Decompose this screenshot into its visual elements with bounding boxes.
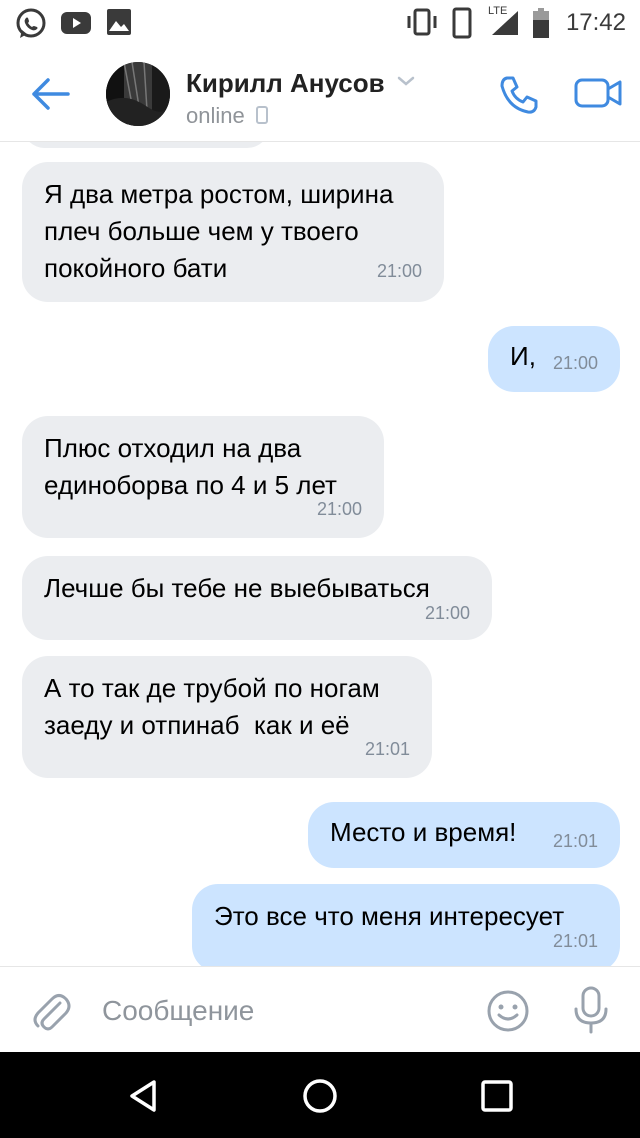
nav-recents-icon[interactable] bbox=[480, 1079, 514, 1113]
vibrate-icon bbox=[407, 8, 437, 36]
message-text: Место и время! bbox=[330, 817, 517, 847]
message-text: Я два метра ростом, ширина плеч больше ч… bbox=[44, 179, 394, 283]
avatar[interactable] bbox=[106, 62, 170, 126]
message-bubble-outgoing[interactable]: Это все что меня интересует 21:01 bbox=[192, 884, 620, 966]
message-time: 21:01 bbox=[552, 931, 598, 951]
avatar-photo bbox=[106, 62, 170, 126]
message-text: А то так де трубой по ногам заеду и отпи… bbox=[44, 673, 380, 740]
message-text: Лечше бы тебе не выебываться bbox=[44, 573, 430, 603]
message-time: 21:01 bbox=[364, 739, 410, 759]
gallery-icon bbox=[107, 9, 131, 35]
contact-status: online bbox=[186, 103, 245, 128]
microphone-icon[interactable] bbox=[572, 985, 610, 1035]
emoji-icon[interactable] bbox=[486, 989, 530, 1033]
battery-icon bbox=[533, 8, 549, 38]
attach-icon[interactable] bbox=[30, 989, 72, 1033]
message-bubble-outgoing[interactable]: И, 21:00 bbox=[488, 326, 620, 392]
chat-header: Кирилл Анусов online bbox=[0, 44, 640, 142]
message-input[interactable] bbox=[102, 991, 462, 1031]
message-list[interactable]: Я два метра ростом, ширина плеч больше ч… bbox=[0, 142, 640, 966]
nav-back-icon[interactable] bbox=[126, 1078, 160, 1114]
message-time: 21:00 bbox=[424, 603, 470, 623]
system-navigation-bar bbox=[0, 1052, 640, 1138]
message-bubble-incoming[interactable]: Я два метра ростом, ширина плеч больше ч… bbox=[22, 162, 444, 302]
message-bubble-partial bbox=[22, 142, 270, 148]
message-time: 21:00 bbox=[552, 353, 598, 373]
message-composer bbox=[0, 966, 640, 1052]
message-time: 21:01 bbox=[552, 831, 598, 851]
message-text: Это все что меня интересует bbox=[214, 901, 565, 931]
contact-name[interactable]: Кирилл Анусов bbox=[186, 68, 385, 99]
message-text: Плюс отходил на два единоборва по 4 и 5 … bbox=[44, 433, 337, 500]
video-call-icon[interactable] bbox=[574, 76, 622, 110]
mobile-online-icon bbox=[256, 106, 268, 124]
status-time: 17:42 bbox=[565, 9, 626, 36]
message-bubble-outgoing[interactable]: Место и время! 21:01 bbox=[308, 802, 620, 868]
message-bubble-incoming[interactable]: А то так де трубой по ногам заеду и отпи… bbox=[22, 656, 432, 778]
message-text: И, bbox=[510, 341, 536, 371]
back-arrow-icon[interactable] bbox=[28, 74, 72, 114]
call-icon[interactable] bbox=[498, 74, 540, 116]
status-bar: LTE 17:42 bbox=[0, 0, 640, 44]
chevron-down-icon[interactable] bbox=[396, 74, 416, 88]
message-time: 21:00 bbox=[316, 499, 362, 519]
message-bubble-incoming[interactable]: Лечше бы тебе не выебываться 21:00 bbox=[22, 556, 492, 640]
message-time: 21:00 bbox=[376, 261, 422, 281]
phone-icon bbox=[452, 7, 472, 39]
whatsapp-icon bbox=[16, 8, 46, 38]
nav-home-icon[interactable] bbox=[302, 1078, 338, 1114]
message-bubble-incoming[interactable]: Плюс отходил на два единоборва по 4 и 5 … bbox=[22, 416, 384, 538]
signal-icon bbox=[492, 11, 518, 35]
youtube-icon bbox=[61, 12, 91, 34]
